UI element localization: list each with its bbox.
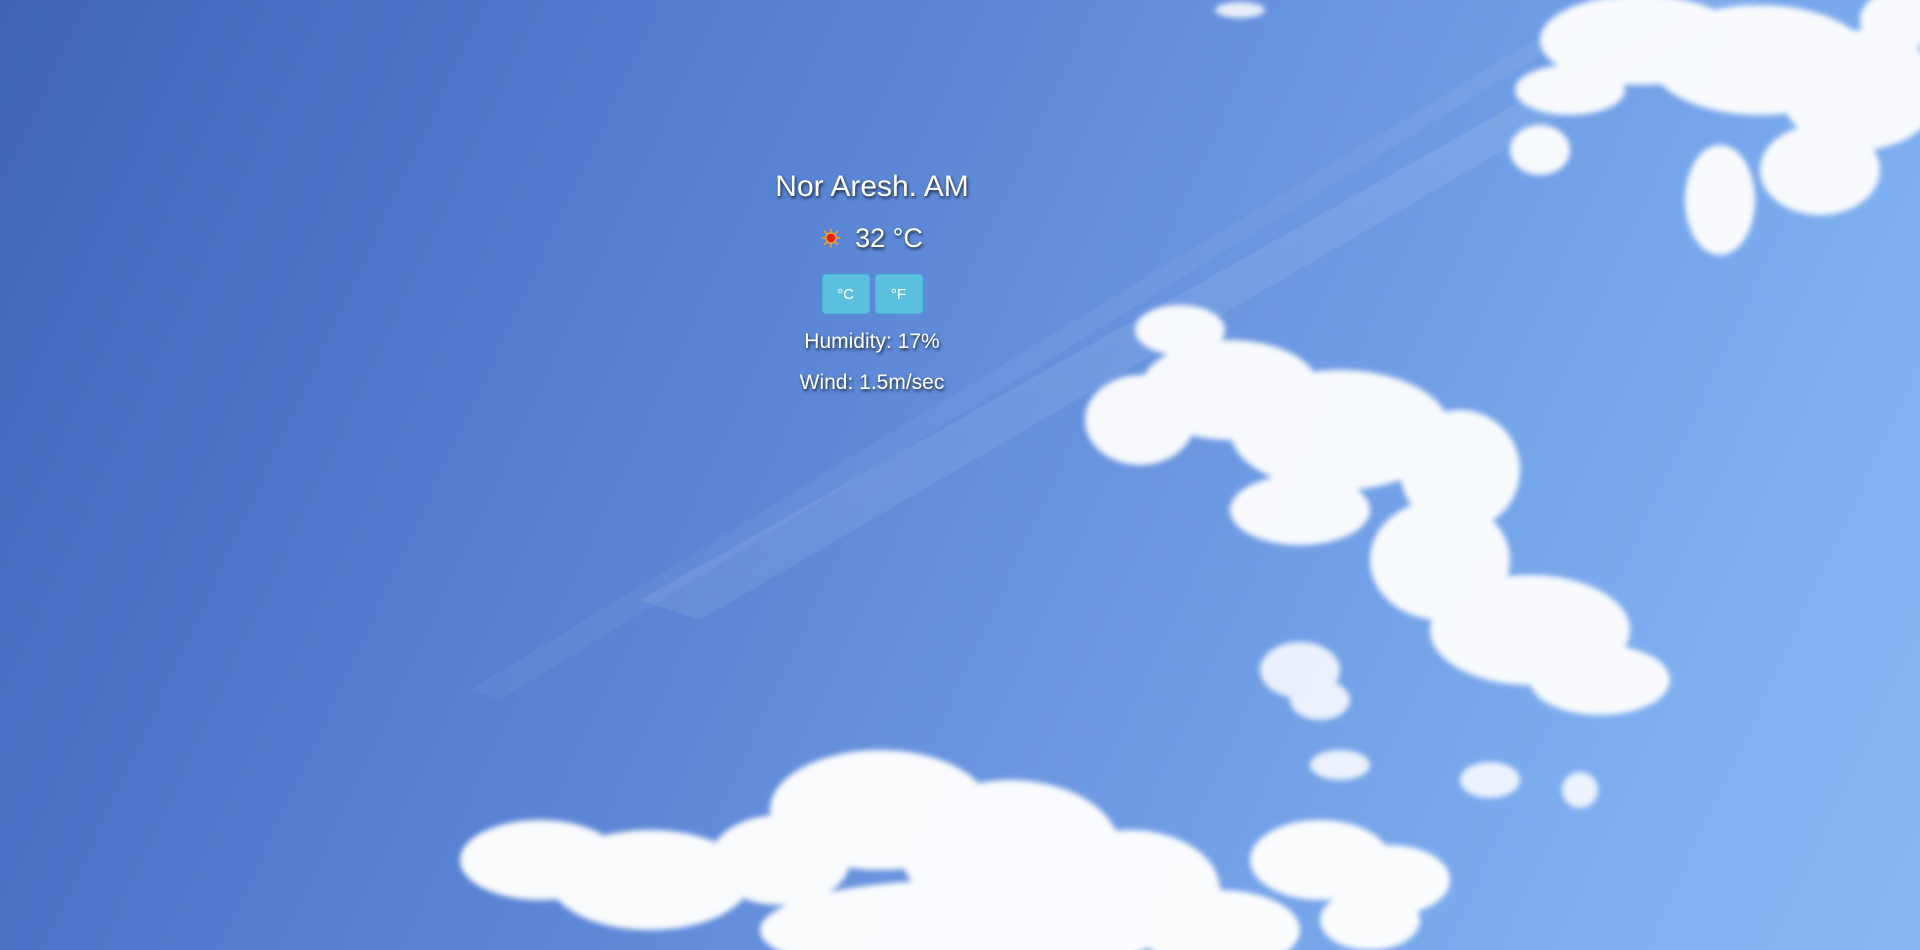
unit-toggle-group: °C °F (722, 274, 1022, 314)
cloud-bottom (460, 750, 1450, 950)
temperature-row: 32 °C (722, 220, 1022, 256)
wind-text: Wind: 1.5m/sec (799, 371, 945, 394)
sky-background (460, 0, 1920, 950)
sun-icon (821, 228, 841, 248)
weather-card: Nor Aresh. AM 32 °C °C °F Humidity: 17% … (722, 166, 1022, 397)
celsius-button[interactable]: °C (821, 274, 870, 314)
cloud-center-right (1085, 305, 1670, 715)
temperature-value: 32 °C (855, 223, 923, 253)
cloud-top-right (1510, 0, 1920, 255)
humidity-text: Humidity: 17% (804, 330, 940, 353)
location-title: Nor Aresh. AM (775, 170, 969, 203)
fahrenheit-button[interactable]: °F (874, 274, 923, 314)
